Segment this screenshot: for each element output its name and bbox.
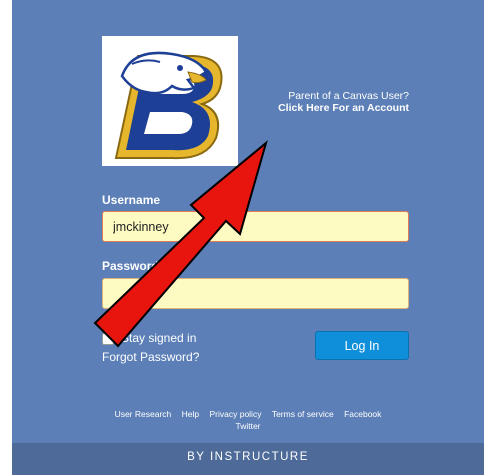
footer-link-facebook[interactable]: Facebook (344, 409, 381, 419)
parent-account-link[interactable]: Parent of a Canvas User? Click Here For … (278, 90, 409, 114)
footer-link-user-research[interactable]: User Research (115, 409, 172, 419)
parent-link-line2[interactable]: Click Here For an Account (278, 102, 409, 114)
footer-link-help[interactable]: Help (182, 409, 199, 419)
stay-signed-in-checkbox[interactable] (102, 333, 114, 345)
instructure-footer-bar: BY INSTRUCTURE (12, 443, 484, 475)
eagle-b-logo-icon (114, 51, 223, 160)
password-label: Password (102, 259, 159, 273)
username-input[interactable] (102, 211, 409, 242)
footer-links: User Research Help Privacy policy Terms … (12, 408, 484, 432)
password-input[interactable] (102, 278, 409, 309)
login-button[interactable]: Log In (315, 331, 409, 360)
username-label: Username (102, 193, 161, 207)
footer-link-terms[interactable]: Terms of service (272, 409, 334, 419)
instructure-brand: BY INSTRUCTURE (187, 451, 309, 463)
forgot-password-link[interactable]: Forgot Password? (102, 350, 199, 364)
footer-link-twitter[interactable]: Twitter (235, 421, 260, 431)
footer-link-privacy[interactable]: Privacy policy (209, 409, 261, 419)
parent-link-line1: Parent of a Canvas User? (288, 90, 409, 102)
school-logo (102, 36, 238, 166)
stay-signed-in-label: Stay signed in (121, 331, 197, 345)
